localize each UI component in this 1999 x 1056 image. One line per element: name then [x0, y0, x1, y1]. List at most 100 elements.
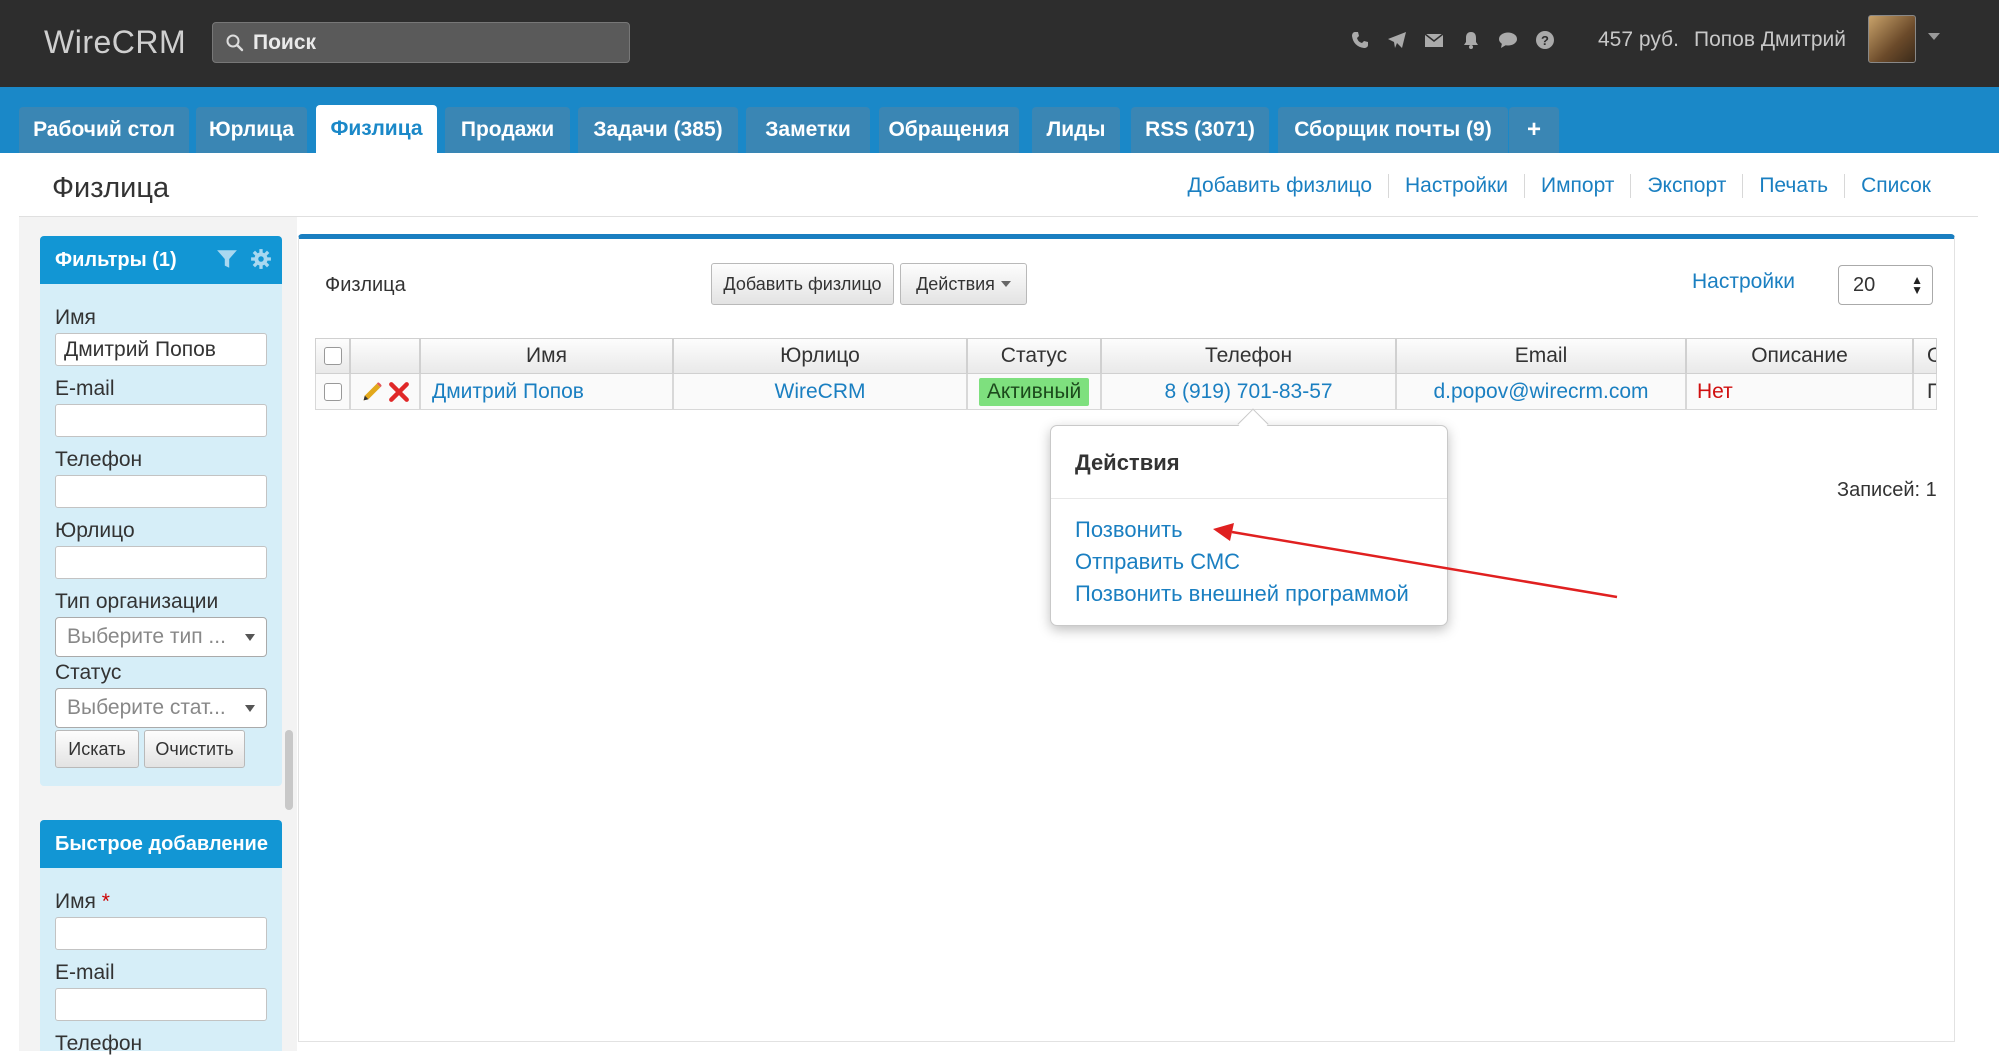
filter-orgtype-placeholder: Выберите тип ...: [67, 625, 226, 648]
avatar[interactable]: [1868, 15, 1916, 63]
chevron-down-icon[interactable]: [1928, 33, 1940, 40]
filter-company-input[interactable]: [55, 546, 267, 579]
filter-orgtype-select[interactable]: Выберите тип ...: [55, 617, 267, 657]
balance[interactable]: 457 руб.: [1598, 28, 1679, 52]
import-link[interactable]: Импорт: [1524, 174, 1630, 198]
tab-persons[interactable]: Физлица: [316, 105, 437, 153]
filter-status-select[interactable]: Выберите стат...: [55, 688, 267, 728]
filter-phone-input[interactable]: [55, 475, 267, 508]
select-all-checkbox[interactable]: [323, 347, 342, 365]
column-header-name[interactable]: Имя: [420, 338, 673, 374]
row-phone-link[interactable]: 8 (919) 701-83-57: [1101, 374, 1396, 410]
add-person-link[interactable]: Добавить физлицо: [1172, 174, 1389, 198]
quick-add-email-label: E-mail: [55, 961, 115, 984]
per-page-value: 20: [1853, 273, 1876, 296]
popover-divider: [1051, 498, 1447, 499]
filter-clear-button[interactable]: Очистить: [144, 730, 245, 768]
column-header-extra[interactable]: О: [1913, 338, 1937, 374]
filters-title: Фильтры (1): [55, 248, 177, 271]
row-name-link[interactable]: Дмитрий Попов: [420, 374, 673, 410]
settings-link[interactable]: Настройки: [1388, 174, 1524, 198]
tab-requests[interactable]: Обращения: [879, 107, 1019, 153]
per-page-select[interactable]: 20 ▲ ▼: [1838, 265, 1933, 305]
tab-sales[interactable]: Продажи: [445, 107, 570, 153]
filter-email-label: E-mail: [55, 377, 115, 400]
main-title: Физлица: [325, 274, 406, 296]
actions-button-label: Действия: [916, 273, 995, 294]
quick-add-name-input[interactable]: [55, 917, 267, 950]
actions-header: [350, 338, 420, 374]
filter-phone-label: Телефон: [55, 448, 143, 471]
actions-dropdown-button[interactable]: Действия: [900, 263, 1027, 305]
column-header-phone[interactable]: Телефон: [1101, 338, 1396, 374]
sidebar-scrollbar[interactable]: [285, 730, 293, 810]
row-email-link[interactable]: d.popov@wirecrm.com: [1396, 374, 1686, 410]
tab-tasks[interactable]: Задачи (385): [578, 107, 738, 153]
edit-pencil-icon[interactable]: [360, 380, 384, 404]
row-select-cell: [315, 374, 350, 410]
status-badge: Активный: [978, 377, 1090, 406]
required-mark: *: [101, 890, 110, 913]
chevron-down-icon: [245, 705, 255, 712]
updown-arrows-icon: ▲ ▼: [1911, 273, 1923, 297]
call-external-action[interactable]: Позвонить внешней программой: [1075, 581, 1409, 607]
quick-add-email-input[interactable]: [55, 988, 267, 1021]
quick-add-panel: Быстрое добавление Имя * E-mail Телефон: [40, 820, 282, 1055]
gear-icon[interactable]: [250, 248, 272, 270]
page-title: Физлица: [52, 172, 170, 204]
column-header-company[interactable]: Юрлицо: [673, 338, 967, 374]
delete-x-icon[interactable]: [388, 381, 410, 403]
select-all-cell: [315, 338, 350, 374]
row-company-link[interactable]: WireCRM: [673, 374, 967, 410]
filters-header: Фильтры (1): [40, 236, 282, 284]
chevron-down-icon: [245, 634, 255, 641]
call-action[interactable]: Позвонить: [1075, 517, 1183, 543]
quick-add-name-text: Имя: [55, 890, 96, 913]
search-placeholder: Поиск: [253, 30, 317, 54]
filters-panel: Фильтры (1) Имя Дмитрий Попов E-mail Тел…: [40, 236, 282, 786]
print-link[interactable]: Печать: [1742, 174, 1844, 198]
records-count: Записей: 1: [1837, 479, 1937, 501]
export-link[interactable]: Экспорт: [1630, 174, 1742, 198]
header-links: Добавить физлицо Настройки Импорт Экспор…: [1172, 174, 1947, 198]
search-input[interactable]: Поиск: [212, 22, 630, 63]
tab-mail-collector[interactable]: Сборщик почты (9): [1278, 107, 1508, 153]
send-icon[interactable]: [1385, 28, 1408, 51]
user-name[interactable]: Попов Дмитрий: [1694, 28, 1846, 52]
tab-rss[interactable]: RSS (3071): [1131, 107, 1269, 153]
phone-icon[interactable]: [1348, 28, 1371, 51]
persons-table: Имя Юрлицо Статус Телефон Email Описание…: [315, 338, 1937, 413]
chat-icon[interactable]: [1496, 28, 1519, 51]
svg-text:?: ?: [1541, 33, 1549, 48]
tab-add[interactable]: +: [1509, 107, 1559, 153]
filter-name-input[interactable]: Дмитрий Попов: [55, 333, 267, 366]
tab-desktop[interactable]: Рабочий стол: [19, 107, 189, 153]
send-sms-action[interactable]: Отправить СМС: [1075, 549, 1240, 575]
mail-icon[interactable]: [1422, 28, 1445, 51]
chevron-down-icon: [1000, 281, 1011, 287]
tab-companies[interactable]: Юрлица: [196, 107, 307, 153]
add-person-button[interactable]: Добавить физлицо: [711, 263, 894, 305]
app-logo[interactable]: WireCRM: [44, 24, 186, 61]
column-header-status[interactable]: Статус: [967, 338, 1101, 374]
search-icon: [226, 34, 244, 51]
tab-notes[interactable]: Заметки: [746, 107, 870, 153]
column-header-email[interactable]: Email: [1396, 338, 1686, 374]
filter-status-placeholder: Выберите стат...: [67, 696, 226, 719]
tab-leads[interactable]: Лиды: [1032, 107, 1120, 153]
filter-name-label: Имя: [55, 306, 96, 329]
row-actions-cell: [350, 374, 420, 410]
help-icon[interactable]: ?: [1533, 28, 1556, 51]
filter-company-label: Юрлицо: [55, 519, 135, 542]
row-checkbox[interactable]: [323, 382, 342, 401]
table-settings-link[interactable]: Настройки: [1692, 270, 1795, 294]
quick-add-header: Быстрое добавление: [40, 820, 282, 868]
filter-email-input[interactable]: [55, 404, 267, 437]
filter-icon[interactable]: [216, 248, 238, 270]
column-header-description[interactable]: Описание: [1686, 338, 1913, 374]
filter-search-button[interactable]: Искать: [55, 730, 139, 768]
popover-title: Действия: [1075, 450, 1180, 475]
filter-status-label: Статус: [55, 661, 122, 684]
bell-icon[interactable]: [1459, 28, 1482, 51]
list-link[interactable]: Список: [1844, 174, 1947, 198]
